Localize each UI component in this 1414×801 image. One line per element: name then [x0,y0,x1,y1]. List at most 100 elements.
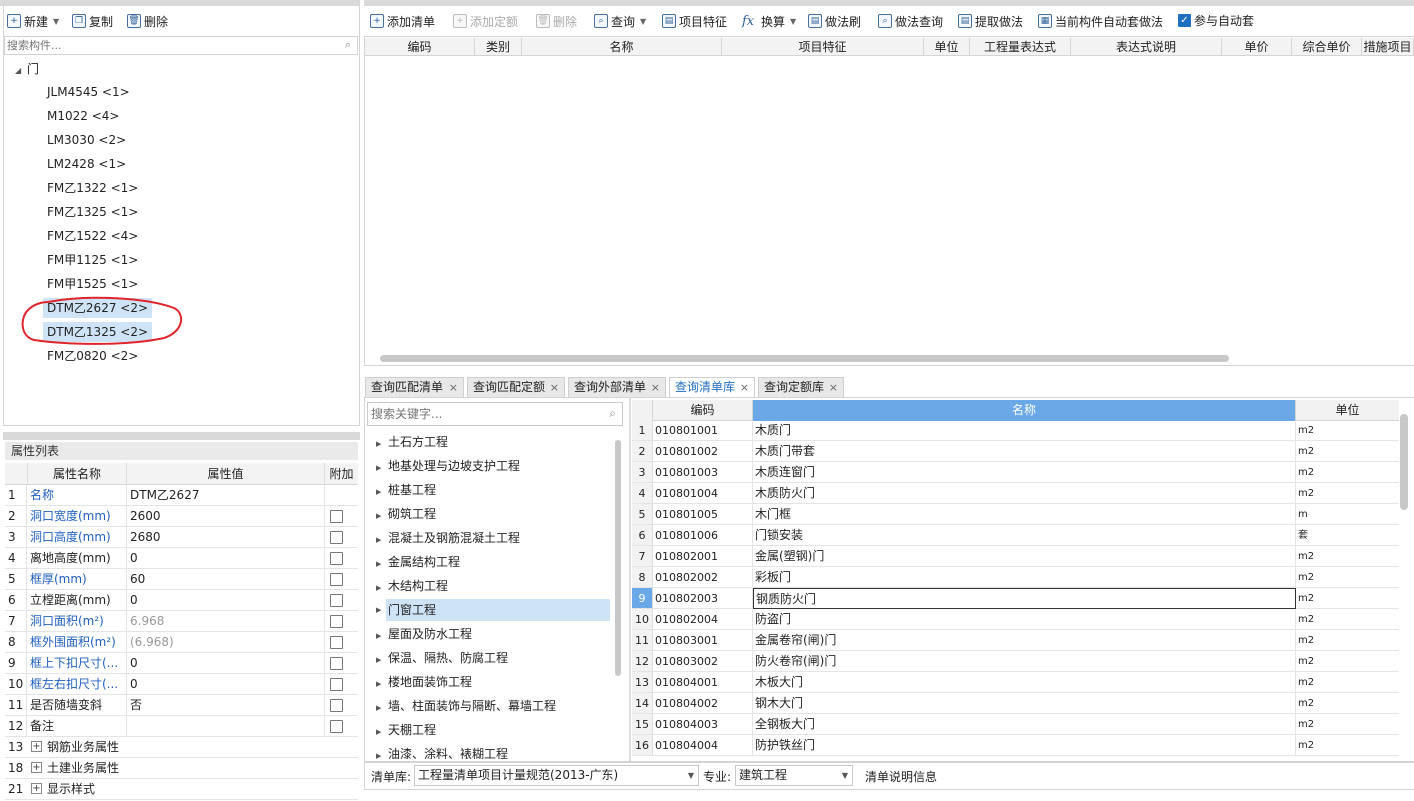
delete-button[interactable]: 🗑 删除 [127,11,168,31]
main-grid-header-cell[interactable]: 单位 [924,38,970,56]
row-unit[interactable]: m2 [1296,651,1399,672]
close-icon[interactable]: × [449,378,458,397]
add-list-button[interactable]: + 添加清单 [370,11,435,31]
row-code[interactable]: 010801006 [653,525,753,546]
row-name[interactable]: 彩板门 [753,567,1296,588]
expand-arrow-icon[interactable]: ▶ [376,481,388,503]
close-icon[interactable]: × [651,378,660,397]
tree-root[interactable]: ◢ 门 [15,60,39,78]
close-icon[interactable]: × [550,378,559,397]
list-lib-select[interactable]: 工程量清单项目计量规范(2013-广东) ▼ [414,765,699,786]
table-row[interactable]: 14 010804002 钢木大门 m2 [632,693,1399,714]
prop-value[interactable]: 60 [127,569,325,589]
expand-arrow-icon[interactable]: ▶ [376,697,388,719]
category-item[interactable]: ▶ 楼地面装饰工程 [376,671,472,693]
expand-plus-icon[interactable]: + [31,762,42,773]
table-row[interactable]: 7 010802001 金属(塑钢)门 m2 [632,546,1399,567]
method-query-button[interactable]: ⌕ 做法查询 [878,11,943,31]
expand-arrow-icon[interactable]: ▶ [376,505,388,527]
prop-value[interactable]: (6.968) [127,632,325,652]
row-number[interactable]: 6 [632,525,653,546]
row-code[interactable]: 010802002 [653,567,753,588]
prop-extra-checkbox[interactable] [330,573,343,586]
expand-arrow-icon[interactable]: ▶ [376,433,388,455]
row-unit[interactable]: m2 [1296,441,1399,462]
tree-item[interactable]: FM乙1522 <4> [43,226,142,246]
close-icon[interactable]: × [829,378,838,397]
copy-button[interactable]: ❐ 复制 [72,11,113,31]
prop-value[interactable]: 0 [127,653,325,673]
category-item[interactable]: ▶ 门窗工程 [376,599,610,621]
prop-extra-checkbox[interactable] [330,594,343,607]
row-number[interactable]: 1 [632,420,653,441]
expand-arrow-icon[interactable]: ▶ [376,673,388,695]
tree-item[interactable]: M1022 <4> [43,106,123,126]
main-grid-header-cell[interactable]: 项目特征 [722,38,924,56]
prop-row[interactable]: 18 + 土建业务属性 [5,758,358,779]
row-unit[interactable]: m2 [1296,672,1399,693]
row-code[interactable]: 010802001 [653,546,753,567]
new-button[interactable]: + 新建 ▼ [7,11,59,31]
expand-arrow-icon[interactable]: ▶ [376,577,388,599]
category-item[interactable]: ▶ 混凝土及钢筋混凝土工程 [376,527,520,549]
panel-divider[interactable] [629,397,631,761]
tab[interactable]: 查询匹配定额 × [467,377,565,397]
row-number[interactable]: 8 [632,567,653,588]
category-item[interactable]: ▶ 天棚工程 [376,719,436,741]
prop-row[interactable]: 7 洞口面积(m²) 6.968 [5,611,358,632]
table-row[interactable]: 1 010801001 木质门 m2 [632,420,1399,441]
row-code[interactable]: 010802004 [653,609,753,630]
table-row[interactable]: 3 010801003 木质连窗门 m2 [632,462,1399,483]
expand-plus-icon[interactable]: + [31,783,42,794]
search-icon[interactable]: ⌕ [609,406,616,421]
tree-item[interactable]: LM2428 <1> [43,154,130,174]
table-row[interactable]: 2 010801002 木质门带套 m2 [632,441,1399,462]
tree-item[interactable]: FM乙1322 <1> [43,178,142,198]
add-quota-button[interactable]: + 添加定额 [453,11,518,31]
horizontal-scrollbar[interactable] [380,355,1229,362]
prop-extra-checkbox[interactable] [330,552,343,565]
right-delete-button[interactable]: 🗑 删除 [536,11,577,31]
expand-arrow-icon[interactable]: ▶ [376,721,388,743]
row-code[interactable]: 010804004 [653,735,753,756]
tree-item[interactable]: FM乙0820 <2> [43,346,142,366]
prop-value[interactable]: 否 [127,695,325,715]
prop-value[interactable] [127,716,325,736]
category-item[interactable]: ▶ 桩基工程 [376,479,436,501]
prop-row[interactable]: 12 备注 [5,716,358,737]
main-grid-header-cell[interactable]: 名称 [522,38,722,56]
table-row[interactable]: 10 010802004 防盗门 m2 [632,609,1399,630]
list-scrollbar[interactable] [1400,414,1408,510]
expand-arrow-icon[interactable]: ▶ [376,529,388,551]
row-unit[interactable]: 套 [1296,525,1399,546]
main-grid-header-cell[interactable]: 综合单价 [1292,38,1362,56]
category-item[interactable]: ▶ 木结构工程 [376,575,448,597]
prop-row[interactable]: 3 洞口高度(mm) 2680 [5,527,358,548]
row-name[interactable]: 钢质防火门 [753,588,1296,609]
prop-row[interactable]: 5 框厚(mm) 60 [5,569,358,590]
convert-button[interactable]: fx 换算 ▼ [742,11,796,31]
row-code[interactable]: 010804001 [653,672,753,693]
row-unit[interactable]: m2 [1296,693,1399,714]
row-unit[interactable]: m2 [1296,420,1399,441]
main-grid-header-cell[interactable]: 表达式说明 [1071,38,1222,56]
tree-item[interactable]: FM甲1125 <1> [43,250,142,270]
category-item[interactable]: ▶ 屋面及防水工程 [376,623,472,645]
row-code[interactable]: 010801001 [653,420,753,441]
row-code[interactable]: 010801004 [653,483,753,504]
prop-row[interactable]: 21 + 显示样式 [5,779,358,800]
category-item[interactable]: ▶ 保温、隔热、防腐工程 [376,647,508,669]
extract-method-button[interactable]: ▤ 提取做法 [958,11,1023,31]
expand-arrow-icon[interactable]: ▶ [376,553,388,575]
auto-apply-button[interactable]: ▦ 当前构件自动套做法 [1038,11,1163,31]
row-code[interactable]: 010804003 [653,714,753,735]
row-number[interactable]: 12 [632,651,653,672]
table-row[interactable]: 4 010801004 木质防火门 m2 [632,483,1399,504]
keyword-search-box[interactable]: ⌕ [367,402,623,426]
chevron-down-icon[interactable]: ▼ [640,17,646,26]
prop-row[interactable]: 9 框上下扣尺寸(... 0 [5,653,358,674]
expand-arrow-icon[interactable]: ▶ [376,649,388,671]
tab[interactable]: 查询定额库 × [758,377,844,397]
join-auto-checkbox[interactable]: ✓ 参与自动套 [1178,10,1254,30]
row-number[interactable]: 5 [632,504,653,525]
